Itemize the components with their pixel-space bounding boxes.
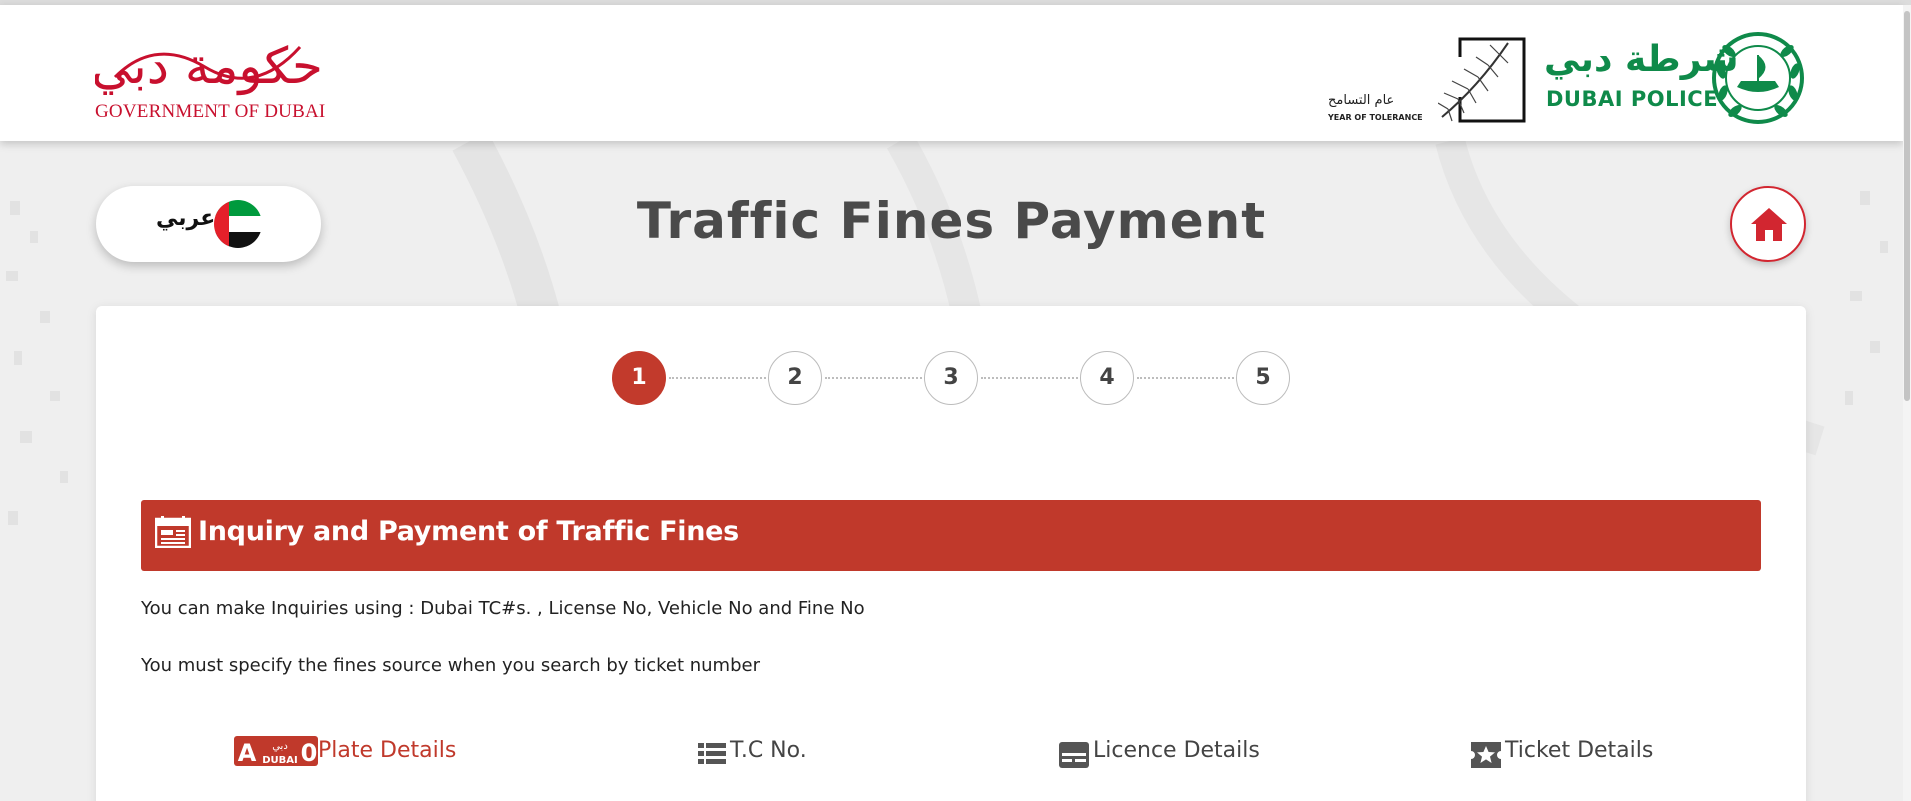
scrollbar-thumb[interactable] [1904,11,1910,401]
step-2[interactable]: 2 [768,351,822,405]
inquiry-card: 1 2 3 4 5 Inquiry and Payment of Traffic… [96,306,1806,801]
section-title: Inquiry and Payment of Traffic Fines [198,516,739,547]
step-3[interactable]: 3 [924,351,978,405]
tab-licence-details-label: Licence Details [1093,738,1260,763]
page-scrollbar[interactable] [1903,5,1911,801]
svg-text:دبي: دبي [272,741,288,752]
tab-ticket-details-label: Ticket Details [1505,738,1654,763]
step-connector [825,377,930,379]
svg-text:DUBAI: DUBAI [262,755,298,766]
tolerance-arabic: عام التسامح [1328,93,1395,108]
step-connector [981,377,1086,379]
tab-licence-details[interactable]: Licence Details [1059,734,1299,768]
home-button[interactable] [1730,186,1806,262]
tab-tc-no-label: T.C No. [730,738,807,763]
tab-plate-details-label: Plate Details [318,738,457,763]
palm-frond-icon [1438,37,1526,123]
year-of-tolerance-logo: عام التسامح YEAR OF TOLERANCE [1328,29,1528,125]
gov-arabic-calligraphy: حكومة دبي [95,37,320,96]
info-text-inquiries: You can make Inquiries using : Dubai TC#… [141,598,865,619]
police-arabic: شرطة دبي [1544,39,1739,80]
plate-icon: A دبي DUBAI 0 [234,736,318,766]
home-icon [1751,208,1787,241]
step-connector [1137,377,1242,379]
step-5[interactable]: 5 [1236,351,1290,405]
tab-tc-no[interactable]: T.C No. [698,734,858,768]
dubai-police-logo[interactable]: شرطة دبي DUBAI POLICE [1544,31,1809,125]
svg-text:0: 0 [301,739,318,766]
tab-plate-details[interactable]: A دبي DUBAI 0 Plate Details [234,734,474,768]
list-icon [698,743,726,764]
step-1[interactable]: 1 [612,351,666,405]
tolerance-english: YEAR OF TOLERANCE [1328,113,1423,122]
government-of-dubai-logo[interactable]: حكومة دبي GOVERNMENT OF DUBAI [95,27,326,127]
calendar-icon [155,516,191,548]
police-emblem-icon [1712,32,1804,124]
section-banner: Inquiry and Payment of Traffic Fines [141,500,1761,571]
page-title: Traffic Fines Payment [636,192,1267,250]
police-english: DUBAI POLICE [1546,87,1719,111]
step-connector [669,377,774,379]
licence-card-icon [1059,742,1089,768]
step-4[interactable]: 4 [1080,351,1134,405]
site-header: حكومة دبي GOVERNMENT OF DUBAI عام التسام… [0,5,1903,141]
ticket-star-icon [1471,742,1501,768]
tab-ticket-details[interactable]: Ticket Details [1471,734,1711,768]
svg-text:A: A [238,739,257,766]
info-text-ticket-source: You must specify the fines source when y… [141,655,760,676]
gov-logo-text: GOVERNMENT OF DUBAI [95,101,326,122]
